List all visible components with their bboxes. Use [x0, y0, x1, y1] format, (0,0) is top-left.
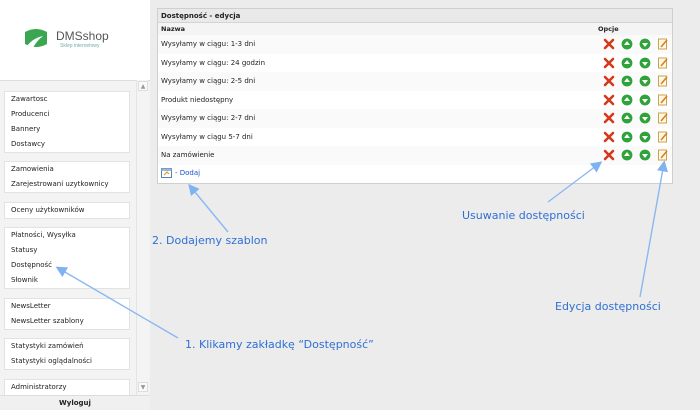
table-row: Wysyłamy w ciągu: 24 godzin: [158, 54, 672, 73]
menu-group-ratings: Oceny użytkowników: [4, 202, 130, 219]
dmsshop-logo-icon: [24, 29, 47, 52]
availability-panel: Dostępność - edycja Nazwa Opcje Wysyłamy…: [157, 8, 673, 184]
logout-button[interactable]: Wyloguj: [0, 395, 150, 410]
move-up-icon[interactable]: [621, 94, 633, 106]
availability-name: Wysyłamy w ciągu: 24 godzin: [161, 58, 266, 67]
table-row: Na zamówienie: [158, 146, 672, 165]
arrow-to-add-link: [188, 183, 229, 233]
move-down-icon[interactable]: [639, 57, 651, 69]
logo-subtitle: Sklep internetowy: [60, 43, 100, 49]
column-options-header: Opcje: [598, 25, 619, 33]
edit-icon[interactable]: [657, 94, 669, 106]
move-down-icon[interactable]: [639, 112, 651, 124]
sidebar-menu: Zawartosc Producenci Bannery Dostawcy Za…: [0, 80, 150, 395]
sidebar: DMSshop Sklep internetowy Zawartosc Prod…: [0, 0, 150, 410]
sidebar-item-uzytkownicy[interactable]: Zarejestrowani uzytkownicy: [5, 177, 129, 192]
add-template-link[interactable]: - Dodaj: [175, 165, 200, 181]
sidebar-item-newsletter-szablony[interactable]: NewsLetter szablony: [5, 314, 129, 329]
move-down-icon[interactable]: [639, 94, 651, 106]
menu-group-content: Zawartosc Producenci Bannery Dostawcy: [4, 91, 130, 153]
sidebar-item-statystyki-zamowien[interactable]: Statystyki zamówień: [5, 339, 129, 354]
edit-icon[interactable]: [657, 75, 669, 87]
row-options: [603, 75, 669, 87]
annotation-delete: Usuwanie dostępności: [462, 209, 585, 222]
move-up-icon[interactable]: [621, 57, 633, 69]
move-up-icon[interactable]: [621, 131, 633, 143]
sidebar-scrollbar[interactable]: ▲ ▼: [136, 80, 148, 395]
add-template-icon[interactable]: [161, 167, 173, 178]
move-up-icon[interactable]: [621, 38, 633, 50]
panel-title: Dostępność - edycja: [158, 9, 672, 23]
add-row: - Dodaj: [158, 165, 672, 181]
menu-group-stats: Statystyki zamówień Statystyki oglądalno…: [4, 338, 130, 370]
table-row: Wysyłamy w ciągu 5-7 dni: [158, 128, 672, 147]
edit-icon[interactable]: [657, 38, 669, 50]
scroll-down-icon[interactable]: ▼: [138, 382, 148, 392]
move-up-icon[interactable]: [621, 112, 633, 124]
logo: DMSshop Sklep internetowy: [0, 0, 150, 80]
move-down-icon[interactable]: [639, 38, 651, 50]
move-down-icon[interactable]: [639, 131, 651, 143]
move-up-icon[interactable]: [621, 149, 633, 161]
table-row: Wysyłamy w ciągu: 2-5 dni: [158, 72, 672, 91]
edit-icon[interactable]: [657, 57, 669, 69]
delete-icon[interactable]: [603, 149, 615, 161]
sidebar-item-slownik[interactable]: Słownik: [5, 273, 129, 288]
move-down-icon[interactable]: [639, 149, 651, 161]
sidebar-item-oceny[interactable]: Oceny użytkowników: [5, 203, 129, 218]
move-up-icon[interactable]: [621, 75, 633, 87]
availability-name: Wysyłamy w ciągu: 2-7 dni: [161, 114, 256, 122]
sidebar-item-newsletter[interactable]: NewsLetter: [5, 299, 129, 314]
availability-name: Na zamówienie: [161, 151, 215, 159]
delete-icon[interactable]: [603, 57, 615, 69]
availability-table: Wysyłamy w ciągu: 1-3 dni Wysyłamy w ciąg…: [158, 35, 672, 165]
menu-group-newsletter: NewsLetter NewsLetter szablony: [4, 298, 130, 330]
move-down-icon[interactable]: [639, 75, 651, 87]
table-row: Produkt niedostępny: [158, 91, 672, 110]
row-options: [603, 131, 669, 143]
sidebar-item-zawartosc[interactable]: Zawartosc: [5, 92, 129, 107]
sidebar-item-administratorzy[interactable]: Administratorzy: [5, 380, 129, 395]
annotation-step2: 2. Dodajemy szablon: [152, 234, 268, 247]
sidebar-item-statusy[interactable]: Statusy: [5, 243, 129, 258]
scroll-up-icon[interactable]: ▲: [138, 81, 148, 91]
sidebar-item-dostawcy[interactable]: Dostawcy: [5, 137, 129, 152]
edit-icon[interactable]: [657, 112, 669, 124]
availability-name: Wysyłamy w ciągu: 1-3 dni: [161, 40, 256, 48]
annotation-edit: Edycja dostępności: [555, 300, 661, 313]
sidebar-item-platnosci[interactable]: Płatności, Wysyłka: [5, 228, 129, 243]
sidebar-item-bannery[interactable]: Bannery: [5, 122, 129, 137]
row-options: [603, 149, 669, 161]
table-header: Nazwa Opcje: [158, 23, 672, 35]
sidebar-item-producenci[interactable]: Producenci: [5, 107, 129, 122]
row-options: [603, 94, 669, 106]
delete-icon[interactable]: [603, 38, 615, 50]
annotation-step1: 1. Klikamy zakładkę “Dostępność”: [185, 338, 374, 351]
logo-text: DMSshop: [56, 29, 109, 43]
menu-group-settings: Płatności, Wysyłka Statusy Dostępność Sł…: [4, 227, 130, 289]
sidebar-item-dostepnosc[interactable]: Dostępność: [5, 258, 129, 273]
edit-icon[interactable]: [657, 149, 669, 161]
sidebar-item-zamowienia[interactable]: Zamowienia: [5, 162, 129, 177]
menu-group-admin: Administratorzy: [4, 379, 130, 395]
table-row: Wysyłamy w ciągu: 2-7 dni: [158, 109, 672, 128]
row-options: [603, 57, 669, 69]
delete-icon[interactable]: [603, 112, 615, 124]
row-options: [603, 38, 669, 50]
delete-icon[interactable]: [603, 75, 615, 87]
delete-icon[interactable]: [603, 131, 615, 143]
availability-name: Wysyłamy w ciągu: 2-5 dni: [161, 77, 256, 85]
menu-group-orders: Zamowienia Zarejestrowani uzytkownicy: [4, 161, 130, 193]
availability-name: Produkt niedostępny: [161, 95, 234, 104]
table-row: Wysyłamy w ciągu: 1-3 dni: [158, 35, 672, 54]
edit-icon[interactable]: [657, 131, 669, 143]
row-options: [603, 112, 669, 124]
availability-name: Wysyłamy w ciągu 5-7 dni: [161, 132, 253, 141]
sidebar-item-statystyki-ogladalnosci[interactable]: Statystyki oglądalności: [5, 354, 129, 369]
column-name-header: Nazwa: [161, 25, 186, 33]
delete-icon[interactable]: [603, 94, 615, 106]
